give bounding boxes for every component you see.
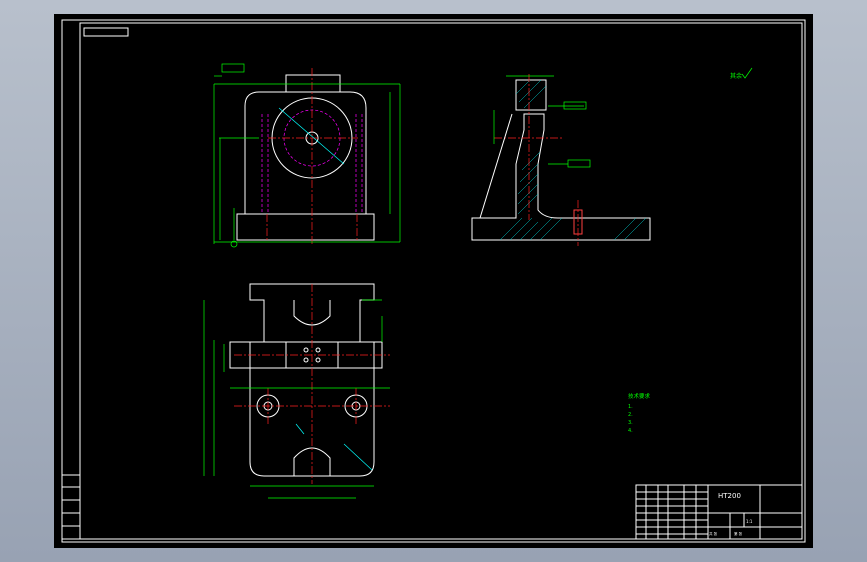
technical-requirements: 技术要求 1. 2. 3. 4. [628,392,651,434]
tech-req-line-1: 1. [628,404,633,410]
material-label: HT200 [718,492,741,500]
title-block: HT200 1:1 共 张 第 张 [635,484,803,540]
top-view [203,283,390,499]
outer-border [61,19,806,543]
inner-border [79,22,803,540]
sheet-count-label: 共 张 [709,531,718,536]
side-section-view [471,74,651,246]
roughness-note: 其余 [730,72,742,80]
tech-req-line-4: 4. [628,428,633,434]
tech-req-line-3: 3. [628,420,633,426]
tech-req-line-2: 2. [628,412,633,418]
sheet-number-label: 第 张 [734,531,743,536]
tech-req-title: 技术要求 [628,392,651,400]
left-side-table [61,474,81,540]
roughness-symbol: 其余 [730,67,753,80]
scale-label: 1:1 [746,519,753,524]
drawing-sheet: 其余 技术要求 1. 2. 3. 4. HT200 1:1 共 张 第 张 [54,14,813,548]
drawing-number-box [83,27,129,37]
cad-drawing: 其余 技术要求 1. 2. 3. 4. HT200 1:1 共 张 第 张 [61,19,806,543]
front-view [213,63,401,248]
cad-viewport: 其余 技术要求 1. 2. 3. 4. HT200 1:1 共 张 第 张 [0,0,867,562]
